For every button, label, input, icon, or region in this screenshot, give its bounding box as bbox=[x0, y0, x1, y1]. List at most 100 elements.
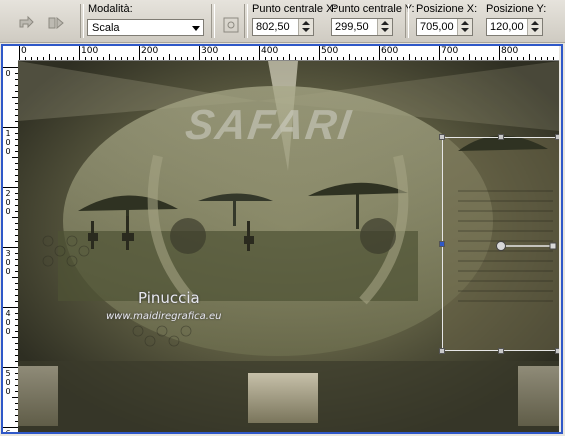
mode-select[interactable]: Scala bbox=[87, 19, 204, 36]
ruler-tick bbox=[25, 57, 26, 60]
handle-middle-left[interactable] bbox=[439, 241, 445, 247]
ruler-label: 400 bbox=[5, 309, 11, 336]
ruler-label: 700 bbox=[441, 46, 459, 56]
ruler-tick bbox=[163, 57, 164, 60]
ruler-tick bbox=[283, 57, 284, 60]
ruler-tick bbox=[3, 307, 18, 308]
ruler-tick bbox=[523, 57, 524, 60]
center-y-label: Punto centrale Y: bbox=[331, 3, 415, 15]
handle-bottom-left[interactable] bbox=[439, 348, 445, 354]
pos-y-label: Posizione Y: bbox=[486, 3, 547, 15]
ruler-tick bbox=[181, 57, 182, 60]
ruler-label: 300 bbox=[201, 46, 219, 56]
ruler-tick bbox=[295, 57, 296, 60]
pos-x-spinbox[interactable]: 705,00 bbox=[416, 18, 473, 36]
pos-y-value: 120,00 bbox=[490, 21, 524, 33]
safari-title-art: SAFARI bbox=[182, 101, 356, 148]
ruler-tick bbox=[169, 54, 170, 60]
ruler-tick bbox=[421, 57, 422, 60]
ruler-tick bbox=[205, 57, 206, 60]
ruler-tick bbox=[187, 57, 188, 60]
ruler-tick bbox=[457, 57, 458, 60]
ruler-tick bbox=[121, 57, 122, 60]
toolbar: Modalità: Scala Punto centrale X: 802,50… bbox=[0, 0, 565, 43]
ruler-tick bbox=[319, 46, 320, 60]
ruler-tick bbox=[43, 57, 44, 60]
spin-arrows-icon[interactable] bbox=[377, 19, 392, 35]
spin-arrows-icon[interactable] bbox=[298, 19, 313, 35]
ruler-tick bbox=[157, 57, 158, 60]
image-canvas[interactable]: SAFARI Pinuccia www.maidiregrafica.eu bbox=[18, 61, 559, 432]
ruler-tick bbox=[115, 57, 116, 60]
ruler-tick bbox=[391, 57, 392, 60]
ruler-tick bbox=[67, 57, 68, 60]
ruler-tick bbox=[385, 57, 386, 60]
mode-label: Modalità: bbox=[88, 3, 133, 15]
spin-arrows-icon[interactable] bbox=[527, 19, 542, 35]
center-x-spinbox[interactable]: 802,50 bbox=[252, 18, 314, 36]
spin-arrows-icon[interactable] bbox=[457, 19, 472, 35]
ruler-label: 400 bbox=[261, 46, 279, 56]
ruler-tick bbox=[85, 57, 86, 60]
ruler-tick bbox=[541, 57, 542, 60]
ruler-tick bbox=[307, 57, 308, 60]
pos-x-label: Posizione X: bbox=[416, 3, 478, 15]
horizontal-ruler: 0 100 200 300 400 500 600 700 800 bbox=[3, 46, 559, 61]
ruler-tick bbox=[3, 247, 18, 248]
ruler-tick bbox=[337, 57, 338, 60]
ruler-tick bbox=[451, 57, 452, 60]
ruler-tick bbox=[97, 57, 98, 60]
ruler-tick bbox=[3, 127, 18, 128]
ruler-tick bbox=[175, 57, 176, 60]
ruler-tick bbox=[193, 57, 194, 60]
center-x-label: Punto centrale X: bbox=[252, 3, 337, 15]
rotation-pivot-handle[interactable] bbox=[494, 239, 559, 253]
ruler-tick bbox=[109, 54, 110, 60]
ruler-tick bbox=[487, 57, 488, 60]
ruler-tick bbox=[505, 57, 506, 60]
ruler-tick bbox=[367, 57, 368, 60]
watermark-name: Pinuccia bbox=[138, 289, 200, 307]
ruler-tick bbox=[133, 57, 134, 60]
pos-y-spinbox[interactable]: 120,00 bbox=[486, 18, 543, 36]
ruler-label: 100 bbox=[5, 129, 11, 156]
ruler-tick bbox=[271, 57, 272, 60]
ruler-tick bbox=[199, 46, 200, 60]
ruler-tick bbox=[3, 427, 18, 428]
ruler-label: 200 bbox=[5, 189, 11, 216]
ruler-tick bbox=[553, 57, 554, 60]
ruler-tick bbox=[439, 46, 440, 60]
ruler-tick bbox=[445, 57, 446, 60]
ruler-tick bbox=[91, 57, 92, 60]
ruler-label: 0 bbox=[21, 46, 27, 56]
ruler-tick bbox=[3, 367, 18, 368]
ruler-tick bbox=[145, 57, 146, 60]
ruler-tick bbox=[127, 57, 128, 60]
handle-bottom-right[interactable] bbox=[555, 348, 559, 354]
ruler-tick bbox=[103, 57, 104, 60]
ruler-label: 300 bbox=[5, 249, 11, 276]
center-y-spinbox[interactable]: 299,50 bbox=[331, 18, 393, 36]
watermark-url: www.maidiregrafica.eu bbox=[106, 311, 222, 322]
ruler-tick bbox=[427, 57, 428, 60]
ruler-tick bbox=[301, 57, 302, 60]
handle-top-right[interactable] bbox=[555, 134, 559, 140]
image-workspace: 0 100 200 300 400 500 600 700 800 0 100 200 300 400 5… bbox=[0, 43, 565, 436]
ruler-tick bbox=[313, 57, 314, 60]
ruler-tick bbox=[79, 46, 80, 60]
ruler-tick bbox=[3, 187, 18, 188]
ruler-label: 200 bbox=[141, 46, 159, 56]
center-transform-icon[interactable] bbox=[222, 16, 242, 34]
chevron-down-icon bbox=[192, 26, 200, 31]
toolbar-separator bbox=[211, 4, 215, 38]
ruler-tick bbox=[343, 57, 344, 60]
handle-top-center[interactable] bbox=[498, 134, 504, 140]
rotate-tool-icon[interactable] bbox=[16, 14, 36, 32]
ruler-tick bbox=[277, 57, 278, 60]
flip-tool-icon[interactable] bbox=[46, 14, 66, 32]
handle-bottom-center[interactable] bbox=[498, 348, 504, 354]
ruler-tick bbox=[55, 57, 56, 60]
ruler-tick bbox=[547, 57, 548, 60]
ruler-tick bbox=[151, 57, 152, 60]
handle-top-left[interactable] bbox=[439, 134, 445, 140]
